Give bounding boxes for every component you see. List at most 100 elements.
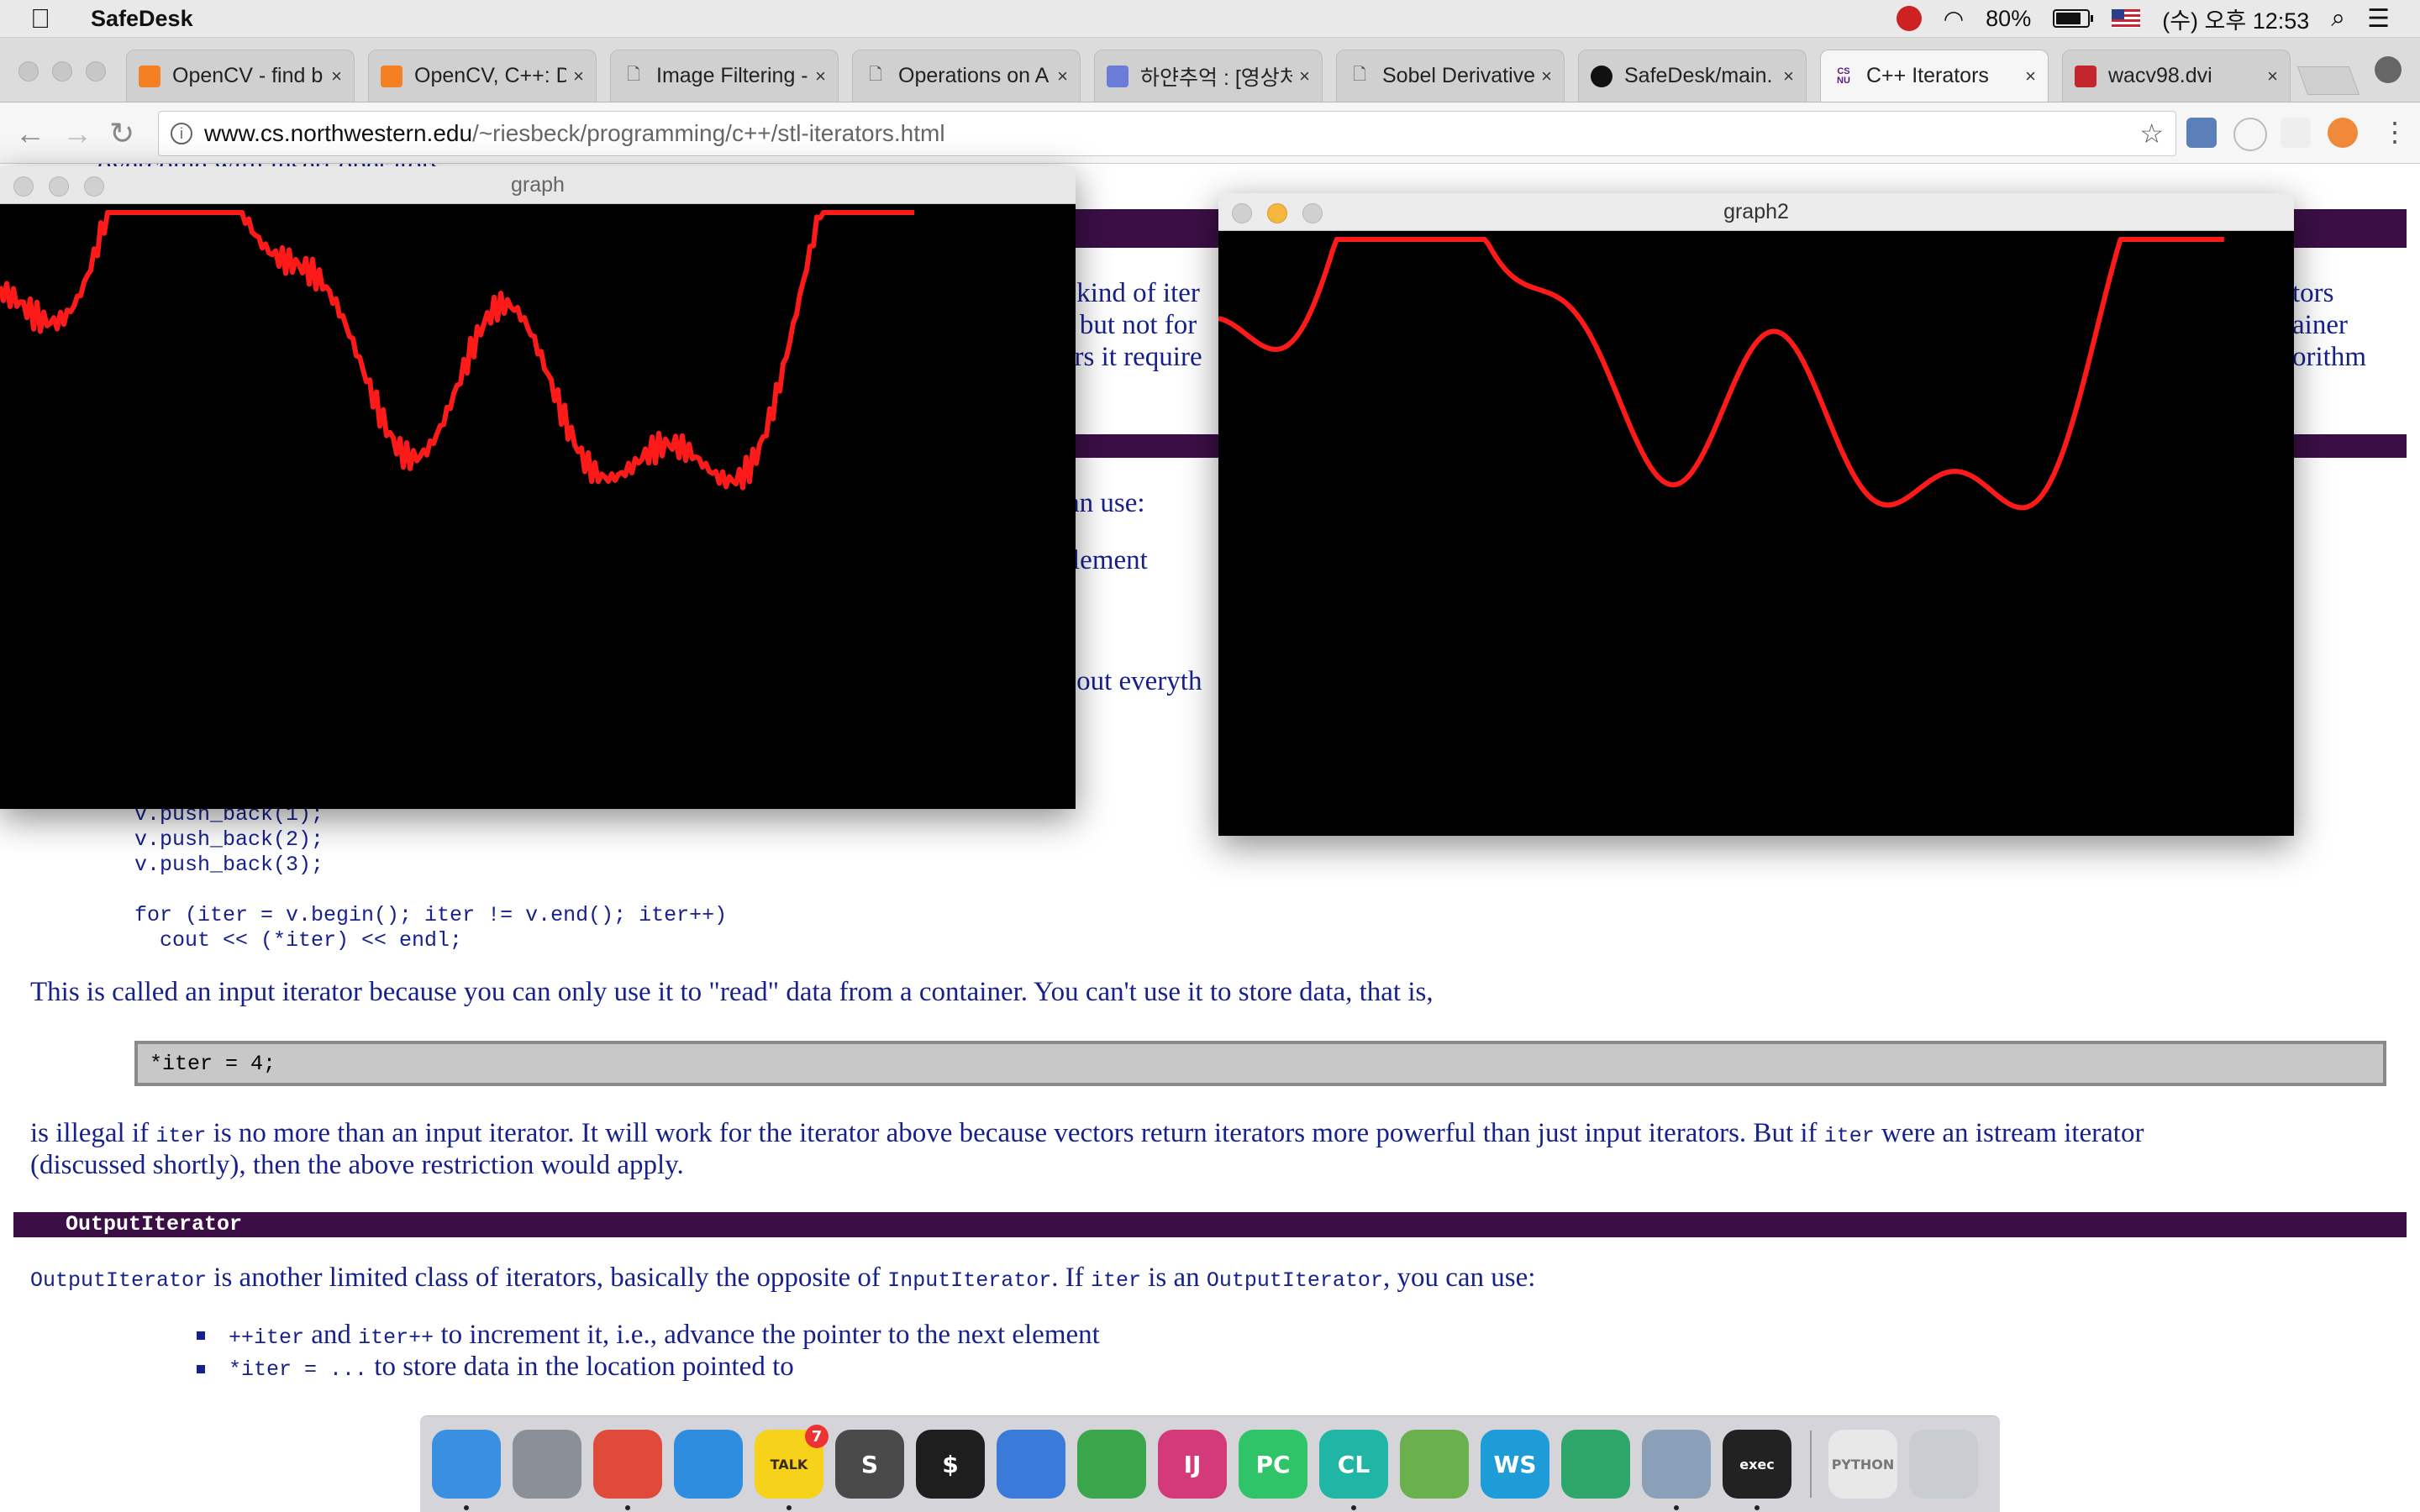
new-tab-button[interactable] [2296,66,2360,95]
dock-preview-icon[interactable] [1642,1430,1711,1510]
window-controls [13,176,104,197]
tab-4[interactable]: 🗋 Operations on A × [852,50,1081,102]
battery-icon[interactable] [2053,9,2094,28]
window-controls [1232,203,1323,223]
bookmark-star-icon[interactable]: ☆ [2139,118,2164,150]
minimize-window-button[interactable] [1267,203,1287,223]
close-tab-icon[interactable]: × [573,66,584,87]
window-title-bar[interactable]: graph2 [1218,193,2294,231]
inline-code: iter++ [358,1326,434,1350]
tab-5[interactable]: 하얀추억 : [영상처 × [1094,50,1323,102]
dock-trash-icon[interactable] [1909,1430,1978,1499]
inline-code: OutputIterator [30,1268,208,1293]
dock-evernote-icon[interactable] [1077,1430,1146,1499]
text-run: and [304,1320,359,1350]
close-window-button[interactable] [18,61,39,81]
graph-plot [0,210,914,491]
dock-terminal-icon[interactable]: $ [916,1430,985,1499]
notification-center-icon[interactable]: ☰ [2367,4,2390,34]
tab-strip: OpenCV - find b × OpenCV, C++: D × 🗋 Image Fi… [126,50,2304,102]
dock-finder-icon[interactable] [432,1430,501,1510]
extension-icon[interactable] [2233,118,2267,151]
window-title: graph [511,173,565,197]
dock-exec-terminal-icon[interactable]: exec [1723,1430,1791,1510]
battery-percent[interactable]: 80% [1986,6,2031,32]
dock-clion-icon[interactable]: CL [1319,1430,1388,1510]
minimize-window-button[interactable] [52,61,72,81]
input-source-flag-icon[interactable] [2112,9,2141,28]
spotlight-search-icon[interactable]: ⌕ [2331,4,2345,33]
opencv-window-graph2[interactable]: graph2 [1218,193,2294,836]
tab-title: Image Filtering - [656,64,808,87]
clock[interactable]: (수) 오후 12:53 [2162,3,2309,35]
zoom-window-button[interactable] [1302,203,1323,223]
notification-icon[interactable] [1896,6,1922,31]
code-line: cout << (*iter) << endl; [134,928,463,953]
page-text-fragment: s out everyth [1059,666,1202,696]
chrome-menu-icon[interactable]: ⋮ [2381,116,2408,148]
site-info-icon[interactable]: i [171,123,192,144]
window-title-bar[interactable]: graph [0,166,1076,204]
tab-3[interactable]: 🗋 Image Filtering - × [610,50,839,102]
close-tab-icon[interactable]: × [331,66,342,87]
wifi-icon[interactable]: ◠ [1944,5,1964,33]
zoom-window-button[interactable] [84,176,104,197]
dock-webstorm-icon[interactable]: WS [1481,1430,1549,1499]
text-run: were an istream iterator [1874,1118,2144,1148]
tab-9[interactable]: wacv98.dvi × [2062,50,2291,102]
tab-7[interactable]: SafeDesk/main. × [1578,50,1807,102]
close-window-button[interactable] [13,176,34,197]
page-text-fragment: ainer [2292,310,2348,340]
dock-kakaotalk-icon[interactable]: TALK 7 [755,1425,829,1510]
opencv-window-graph[interactable]: graph [0,166,1076,809]
orange-extension-icon[interactable] [2328,118,2358,148]
close-tab-icon[interactable]: × [2267,66,2278,87]
document-icon: 🗋 [1352,65,1367,84]
translate-extension-icon[interactable] [2186,118,2217,148]
close-tab-icon[interactable]: × [1299,66,1310,87]
csnu-icon: CS NU [1837,66,1850,86]
text-run: is no more than an input iterator. It wi… [206,1118,1824,1148]
reload-icon[interactable]: ↻ [109,116,134,151]
document-icon: 🗋 [868,65,883,84]
zoom-window-button[interactable] [86,61,106,81]
close-tab-icon[interactable]: × [815,66,826,87]
close-window-button[interactable] [1232,203,1252,223]
close-tab-icon[interactable]: × [2025,66,2036,87]
dock-intellij-icon[interactable]: IJ [1158,1430,1227,1499]
dock-android-studio-icon[interactable] [1400,1430,1469,1499]
bitly-extension-icon[interactable] [2281,118,2311,148]
dock-sourcetree-icon[interactable] [1561,1430,1630,1499]
dock-pycharm-icon[interactable]: PC [1239,1430,1307,1499]
app-name-menu[interactable]: SafeDesk [91,6,193,32]
text-run: is another limited class of iterators, b… [207,1263,888,1293]
address-bar[interactable]: i www.cs.northwestern.edu/~riesbeck/prog… [158,111,2176,156]
dock-xcode-icon[interactable] [997,1430,1065,1499]
inline-code: iter [1090,1268,1141,1293]
close-tab-icon[interactable]: × [1783,66,1794,87]
text-run: , you can use: [1382,1263,1536,1293]
inline-code: InputIterator [887,1268,1052,1293]
close-tab-icon[interactable]: × [1541,66,1552,87]
tab-1[interactable]: OpenCV - find b × [126,50,355,102]
tab-2[interactable]: OpenCV, C++: D × [368,50,597,102]
dock-safari-icon[interactable] [674,1430,743,1499]
dock-python-doc-icon[interactable]: PYTHON [1828,1430,1897,1499]
forward-arrow-icon[interactable]: → [62,116,92,151]
back-arrow-icon[interactable]: ← [15,116,45,151]
graph2-canvas [1218,231,2294,836]
apple-menu-icon[interactable]:  [30,3,64,34]
tab-6[interactable]: 🗋 Sobel Derivative × [1336,50,1565,102]
dock-launchpad-icon[interactable] [513,1430,581,1499]
text-run: is an [1140,1263,1207,1293]
dock-chrome-icon[interactable] [593,1430,662,1510]
dock-sublime-text-icon[interactable]: S [835,1430,904,1499]
graph2-plot [1218,237,2224,511]
close-tab-icon[interactable]: × [1057,66,1068,87]
minimize-window-button[interactable] [49,176,69,197]
profile-avatar[interactable] [2375,56,2402,83]
pdf-icon [2075,65,2096,87]
running-indicator [1754,1505,1760,1510]
tab-8[interactable]: CS NU C++ Iterators × [1820,50,2049,102]
inline-code: ++iter [229,1326,305,1350]
